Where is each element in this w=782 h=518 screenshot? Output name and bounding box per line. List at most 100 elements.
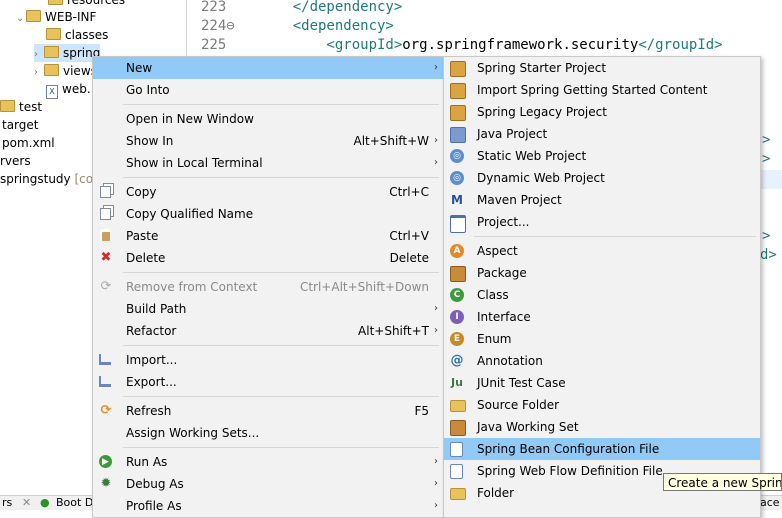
submenu-item-spring-starter[interactable]: Spring Starter Project bbox=[444, 57, 760, 79]
submenu-item-aspect[interactable]: A Aspect bbox=[444, 240, 760, 262]
line-number: 223 bbox=[201, 0, 227, 15]
menu-item-copy[interactable]: Copy Ctrl+C bbox=[93, 181, 443, 203]
xml-file-icon: X bbox=[46, 85, 58, 99]
class-icon: C bbox=[450, 288, 464, 302]
submenu-item-project[interactable]: Project... bbox=[444, 211, 760, 233]
chevron-right-icon: › bbox=[434, 456, 438, 467]
folder-icon bbox=[46, 28, 61, 40]
tree-item-servers[interactable]: rvers bbox=[0, 152, 31, 170]
current-line-highlight bbox=[759, 170, 782, 189]
tree-item-web-xml[interactable]: Xweb. bbox=[46, 80, 91, 99]
tree-item-test[interactable]: test bbox=[0, 98, 42, 116]
menu-item-profile-as[interactable]: Profile As › bbox=[93, 495, 443, 517]
copy-qualified-icon bbox=[100, 208, 111, 220]
menu-item-debug-as[interactable]: ✹ Debug As › bbox=[93, 473, 443, 495]
folder-icon bbox=[48, 0, 63, 5]
menu-separator bbox=[123, 345, 439, 346]
menu-item-assign-working-sets[interactable]: Assign Working Sets... bbox=[93, 422, 443, 444]
menu-separator bbox=[123, 177, 439, 178]
submenu-item-junit[interactable]: Ju JUnit Test Case bbox=[444, 372, 760, 394]
java-project-icon bbox=[450, 127, 466, 143]
submenu-item-spring-import[interactable]: Import Spring Getting Started Content bbox=[444, 79, 760, 101]
tree-item-target[interactable]: target bbox=[2, 116, 39, 134]
submenu-item-source-folder[interactable]: Source Folder bbox=[444, 394, 760, 416]
chevron-right-icon: › bbox=[434, 325, 438, 336]
delete-icon: ✖ bbox=[100, 250, 112, 265]
menu-item-build-path[interactable]: Build Path › bbox=[93, 298, 443, 320]
menu-separator bbox=[123, 447, 439, 448]
menu-item-paste[interactable]: Paste Ctrl+V bbox=[93, 225, 443, 247]
paste-icon bbox=[100, 229, 110, 241]
close-icon[interactable]: ✕ bbox=[22, 496, 31, 510]
menu-item-run-as[interactable]: ▶ Run As › bbox=[93, 451, 443, 473]
menu-separator bbox=[123, 272, 439, 273]
submenu-item-maven-project[interactable]: M Maven Project bbox=[444, 189, 760, 211]
submenu-item-annotation[interactable]: @ Annotation bbox=[444, 350, 760, 372]
enum-icon: E bbox=[450, 332, 464, 346]
tab-boot-dashboard[interactable]: Boot D bbox=[56, 496, 93, 510]
annotation-icon: @ bbox=[450, 353, 464, 368]
tab-partial[interactable]: ace bbox=[760, 496, 780, 510]
menu-separator bbox=[123, 396, 439, 397]
submenu-item-spring-legacy[interactable]: Spring Legacy Project bbox=[444, 101, 760, 123]
folder-icon bbox=[26, 10, 41, 22]
chevron-down-icon[interactable]: ⌄ bbox=[16, 10, 26, 28]
code-line[interactable]: <dependency> bbox=[259, 18, 394, 34]
menu-item-delete[interactable]: ✖ Delete Delete bbox=[93, 247, 443, 269]
submenu-item-enum[interactable]: E Enum bbox=[444, 328, 760, 350]
import-icon bbox=[99, 354, 111, 365]
menu-item-refresh[interactable]: ⟳ Refresh F5 bbox=[93, 400, 443, 422]
folder-icon bbox=[0, 100, 15, 112]
package-icon bbox=[450, 266, 466, 282]
menu-item-import[interactable]: Import... bbox=[93, 349, 443, 371]
chevron-right-icon: › bbox=[434, 62, 438, 73]
tab-servers[interactable]: rs bbox=[2, 496, 12, 510]
spring-import-icon bbox=[450, 83, 466, 99]
code-line[interactable]: <groupId>org.springframework.security</g… bbox=[259, 37, 722, 53]
submenu-item-dynamic-web[interactable]: ◎ Dynamic Web Project bbox=[444, 167, 760, 189]
code-fragment: d> bbox=[760, 247, 777, 263]
project-icon bbox=[450, 215, 466, 233]
menu-item-show-terminal[interactable]: Show in Local Terminal › bbox=[93, 152, 443, 174]
folder-icon bbox=[450, 488, 466, 500]
menu-separator bbox=[123, 104, 439, 105]
tree-item-pom-xml[interactable]: pom.xml bbox=[2, 134, 55, 152]
menu-item-go-into[interactable]: Go Into bbox=[93, 79, 443, 101]
chevron-right-icon[interactable]: › bbox=[34, 64, 44, 82]
maven-icon: M bbox=[451, 193, 463, 207]
web-flow-icon bbox=[450, 464, 463, 479]
submenu-item-class[interactable]: C Class bbox=[444, 284, 760, 306]
tree-item-web-inf[interactable]: ⌄ WEB-INF bbox=[16, 8, 96, 26]
junit-icon: Ju bbox=[451, 376, 463, 389]
submenu-item-package[interactable]: Package bbox=[444, 262, 760, 284]
submenu-item-static-web[interactable]: ◎ Static Web Project bbox=[444, 145, 760, 167]
tree-item-spring[interactable]: › spring bbox=[34, 44, 101, 62]
spring-legacy-icon bbox=[450, 105, 466, 121]
folder-icon bbox=[44, 46, 59, 58]
working-set-icon bbox=[450, 420, 466, 436]
interface-icon: I bbox=[450, 310, 464, 324]
aspect-icon: A bbox=[450, 244, 464, 258]
refresh-icon: ⟳ bbox=[100, 403, 112, 418]
chevron-right-icon: › bbox=[434, 157, 438, 168]
menu-item-open-new-window[interactable]: Open in New Window bbox=[93, 108, 443, 130]
code-line[interactable]: </dependency> bbox=[259, 0, 403, 15]
submenu-item-interface[interactable]: I Interface bbox=[444, 306, 760, 328]
menu-item-show-in[interactable]: Show In Alt+Shift+W › bbox=[93, 130, 443, 152]
tooltip: Create a new Spring bbox=[663, 473, 782, 491]
submenu-item-java-project[interactable]: Java Project bbox=[444, 123, 760, 145]
menu-item-export[interactable]: Export... bbox=[93, 371, 443, 393]
menu-item-new[interactable]: New › bbox=[93, 57, 443, 79]
submenu-item-java-working-set[interactable]: Java Working Set bbox=[444, 416, 760, 438]
remove-context-icon: ⟳ bbox=[100, 279, 112, 294]
tree-item-views[interactable]: › views bbox=[34, 62, 97, 80]
folder-icon bbox=[44, 64, 59, 76]
submenu-item-spring-bean-config[interactable]: Spring Bean Configuration File bbox=[444, 438, 760, 460]
run-icon: ▶ bbox=[99, 455, 112, 468]
context-menu: New › Go Into Open in New Window Show In… bbox=[92, 56, 444, 518]
source-folder-icon bbox=[450, 400, 466, 412]
menu-item-copy-qualified[interactable]: Copy Qualified Name bbox=[93, 203, 443, 225]
tree-item-classes[interactable]: classes bbox=[46, 26, 108, 44]
menu-item-refactor[interactable]: Refactor Alt+Shift+T › bbox=[93, 320, 443, 342]
menu-item-remove-context[interactable]: ⟳ Remove from Context Ctrl+Alt+Shift+Dow… bbox=[93, 276, 443, 298]
